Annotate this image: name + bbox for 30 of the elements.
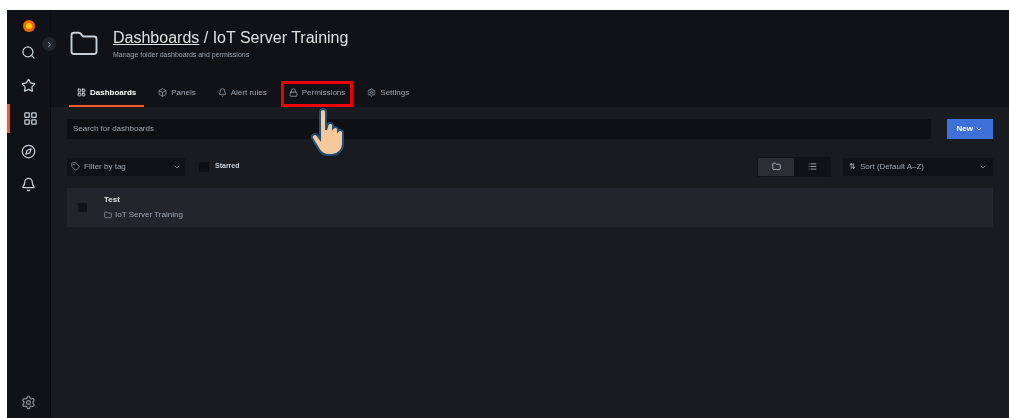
tag-filter[interactable]: Filter by tag	[67, 157, 185, 176]
dashboards-icon	[22, 111, 38, 126]
grid-icon	[77, 88, 86, 97]
sort-dropdown[interactable]: ⇅ Sort (Default A–Z)	[843, 157, 993, 176]
star-icon	[21, 78, 36, 93]
folder-icon	[771, 162, 781, 171]
new-button[interactable]: New	[946, 118, 993, 139]
logo-icon[interactable]	[20, 18, 37, 34]
search-icon	[21, 45, 36, 60]
folder-icon	[104, 210, 112, 219]
bell-icon	[217, 88, 227, 97]
search-field[interactable]: Search for dashboards	[67, 118, 931, 139]
tag-icon	[71, 162, 80, 171]
tab[interactable]: Settings	[359, 80, 418, 107]
dashboard-title: Test	[104, 193, 121, 206]
explore-icon	[21, 144, 36, 159]
tab[interactable]: Panels	[150, 80, 204, 107]
settings-icon[interactable]	[21, 395, 36, 410]
folder-view-toggle[interactable]	[758, 157, 794, 176]
alerting-icon	[21, 177, 36, 192]
list-icon	[807, 162, 817, 171]
tab[interactable]: Dashboards	[69, 80, 145, 107]
lock-icon	[288, 88, 298, 97]
dashboard-folder: IoT Server Training	[104, 208, 183, 221]
tab[interactable]: Permissions	[280, 80, 354, 107]
tab[interactable]: Alert rules	[209, 80, 275, 107]
gear-icon	[367, 88, 377, 97]
breadcrumb-title: / IoT Server Training	[203, 29, 349, 46]
dashboard-row[interactable]: Test IoT Server Training	[67, 187, 993, 227]
breadcrumb-link[interactable]: Dashboards	[113, 29, 200, 46]
